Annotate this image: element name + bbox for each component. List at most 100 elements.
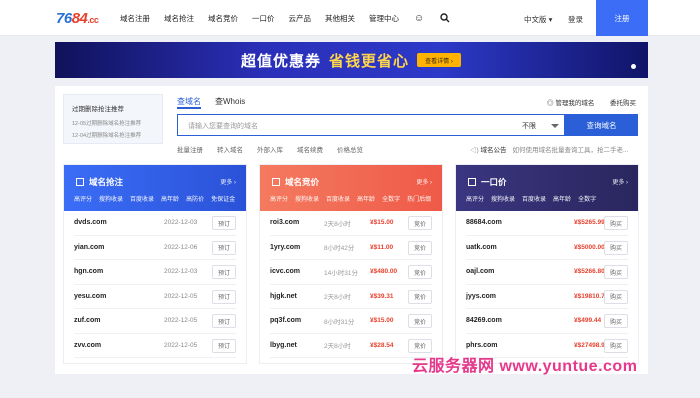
domain-name[interactable]: phrs.com xyxy=(466,342,498,349)
filter-tag[interactable]: 搜狗收录 xyxy=(295,194,319,203)
domain-name[interactable]: yesu.com xyxy=(74,293,106,300)
carousel-dot[interactable] xyxy=(631,64,636,69)
promo-banner[interactable]: 超值优惠券 省钱更省心 查看详情 › xyxy=(55,42,648,78)
filter-tag[interactable]: 百度收录 xyxy=(522,194,546,203)
domain-name[interactable]: 1yry.com xyxy=(270,244,300,251)
reserve-button[interactable]: 预订 xyxy=(212,265,236,279)
domain-search-field[interactable]: 请输入您要查询的域名 不限 xyxy=(177,114,565,136)
manage-domains-link[interactable]: ◎ 管理我的域名 xyxy=(547,97,594,107)
bid-button[interactable]: 竞价 xyxy=(408,216,432,230)
bid-button[interactable]: 竞价 xyxy=(408,240,432,255)
recommend-item[interactable]: 12-05过期删除域名抢注推荐 xyxy=(72,119,141,127)
domain-name[interactable]: dvds.com xyxy=(74,219,107,226)
filter-tag[interactable]: 免保证金 xyxy=(211,194,235,203)
snap-column: 域名抢注 更多 › 高评分 搜狗收录 百度收录 高年龄 高防价 免保证金 dvd… xyxy=(63,164,247,364)
reserve-button[interactable]: 预订 xyxy=(212,314,236,328)
reserve-button[interactable]: 预订 xyxy=(212,338,236,353)
nav-other[interactable]: 其他相关 xyxy=(325,13,355,24)
login-link[interactable]: 登录 xyxy=(568,14,583,25)
price: ¥$5265.99 xyxy=(574,219,605,227)
buy-button[interactable]: 购买 xyxy=(604,314,628,328)
filter-tag[interactable]: 搜狗收录 xyxy=(99,194,123,203)
filter-tag[interactable]: 百度收录 xyxy=(326,194,350,203)
buy-button[interactable]: 购买 xyxy=(604,289,628,304)
fixed-price-more-link[interactable]: 更多 › xyxy=(612,177,628,186)
bid-button[interactable]: 竞价 xyxy=(408,314,432,328)
link-external-import[interactable]: 外部入库 xyxy=(257,144,283,154)
recommend-item[interactable]: 12-04过期删除域名抢注推荐 xyxy=(72,131,141,139)
fixed-price-column-header: 一口价 更多 › 高评分 搜狗收录 百度收录 高年龄 全数字 xyxy=(456,165,638,211)
nav-cloud-products[interactable]: 云产品 xyxy=(289,13,312,24)
domain-notice[interactable]: ◁) 域名公告 如何使用域名批量查询工具，抢二手老... xyxy=(470,144,628,154)
reserve-button[interactable]: 预订 xyxy=(212,240,236,255)
filter-tag[interactable]: 百度收录 xyxy=(130,194,154,203)
buy-button[interactable]: 购买 xyxy=(604,216,628,230)
language-select[interactable]: 中文版 ▾ xyxy=(524,14,552,25)
search-icon[interactable] xyxy=(439,12,451,24)
buy-button[interactable]: 购买 xyxy=(604,338,628,353)
nav-management-center[interactable]: 管理中心 xyxy=(369,13,399,24)
site-logo[interactable]: 7684.cc xyxy=(56,10,99,27)
bid-button[interactable]: 竞价 xyxy=(408,265,432,279)
reserve-button[interactable]: 预订 xyxy=(212,289,236,304)
search-domain-button[interactable]: 查询域名 xyxy=(565,114,638,136)
price: ¥$15.00 xyxy=(370,219,394,227)
domain-name[interactable]: 84269.com xyxy=(466,317,502,324)
consign-purchase-link[interactable]: 委托购买 xyxy=(610,97,636,107)
domain-name[interactable]: zuf.com xyxy=(74,317,100,324)
domain-name[interactable]: hjgk.net xyxy=(270,293,297,300)
filter-tag[interactable]: 热门后缀 xyxy=(407,194,431,203)
link-bulk-register[interactable]: 批量注册 xyxy=(177,144,203,154)
delete-date: 2022-12-03 xyxy=(164,268,198,276)
nav-fixed-price[interactable]: 一口价 xyxy=(252,13,275,24)
filter-tag[interactable]: 高评分 xyxy=(466,194,484,203)
bid-button[interactable]: 竞价 xyxy=(408,289,432,304)
price: ¥$11.00 xyxy=(370,243,394,251)
auction-more-link[interactable]: 更多 › xyxy=(416,177,432,186)
domain-name[interactable]: pq3f.com xyxy=(270,317,301,324)
reserve-button[interactable]: 预订 xyxy=(212,216,236,230)
domain-name[interactable]: oajl.com xyxy=(466,268,494,275)
domain-name[interactable]: uatk.com xyxy=(466,244,497,251)
filter-tag[interactable]: 高评分 xyxy=(270,194,288,203)
smiley-icon[interactable]: ☺ xyxy=(413,12,425,24)
link-price-overview[interactable]: 价格总览 xyxy=(337,144,363,154)
price: ¥$39.31 xyxy=(370,292,394,300)
banner-details-button[interactable]: 查看详情 › xyxy=(417,53,461,67)
tab-search-whois[interactable]: 查Whois xyxy=(215,96,245,107)
time-left: 8小时42分 xyxy=(324,245,355,253)
delete-date: 2022-12-05 xyxy=(164,292,198,300)
domain-name[interactable]: icvc.com xyxy=(270,268,300,275)
buy-button[interactable]: 购买 xyxy=(604,240,628,255)
filter-tag[interactable]: 高年龄 xyxy=(161,194,179,203)
domain-name[interactable]: zvv.com xyxy=(74,342,101,349)
domain-name[interactable]: 88684.com xyxy=(466,219,502,226)
filter-tag[interactable]: 高年龄 xyxy=(553,194,571,203)
nav-domain-auction[interactable]: 域名竞价 xyxy=(208,13,238,24)
suffix-select[interactable]: 不限 xyxy=(522,121,536,131)
register-button[interactable]: 注册 xyxy=(596,0,648,36)
buy-button[interactable]: 购买 xyxy=(604,265,628,279)
delete-date: 2022-12-05 xyxy=(164,317,198,325)
tab-search-domain[interactable]: 查域名 xyxy=(177,96,201,107)
domain-name[interactable]: jyys.com xyxy=(466,293,496,300)
filter-tag[interactable]: 高年龄 xyxy=(357,194,375,203)
domain-name[interactable]: yian.com xyxy=(74,244,104,251)
bid-button[interactable]: 竞价 xyxy=(408,338,432,353)
domain-name[interactable]: hgn.com xyxy=(74,268,103,275)
nav-domain-register[interactable]: 域名注册 xyxy=(120,13,150,24)
domain-name[interactable]: lbyg.net xyxy=(270,342,297,349)
filter-tag[interactable]: 高评分 xyxy=(74,194,92,203)
filter-tag[interactable]: 搜狗收录 xyxy=(491,194,515,203)
quick-links: 批量注册 转入域名 外部入库 域名续费 价格总览 xyxy=(177,144,377,154)
nav-domain-snap[interactable]: 域名抢注 xyxy=(164,13,194,24)
filter-tag[interactable]: 全数字 xyxy=(382,194,400,203)
snap-more-link[interactable]: 更多 › xyxy=(220,177,236,186)
link-renew[interactable]: 域名续费 xyxy=(297,144,323,154)
filter-tag[interactable]: 高防价 xyxy=(186,194,204,203)
domain-name[interactable]: roi3.com xyxy=(270,219,299,226)
link-transfer-in[interactable]: 转入域名 xyxy=(217,144,243,154)
filter-tag[interactable]: 全数字 xyxy=(578,194,596,203)
time-left: 8小时31分 xyxy=(324,318,355,326)
chevron-down-icon[interactable] xyxy=(551,124,559,128)
